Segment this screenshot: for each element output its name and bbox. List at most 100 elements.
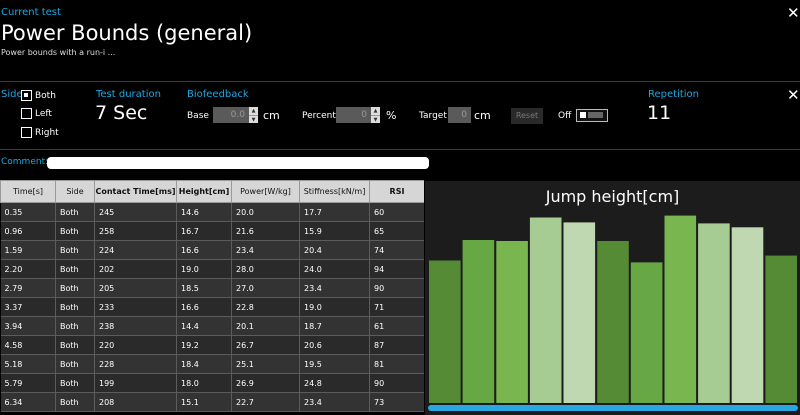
column-header-rsi[interactable]: RSI bbox=[369, 180, 424, 203]
cell-time: 3.37 bbox=[0, 297, 56, 317]
decrement-icon[interactable]: ▼ bbox=[371, 116, 380, 124]
test-duration-label: Test duration bbox=[96, 89, 161, 100]
cell-side: Both bbox=[55, 221, 95, 241]
column-header-side[interactable]: Side bbox=[55, 180, 95, 203]
cell-side: Both bbox=[55, 392, 95, 412]
cell-time: 5.79 bbox=[0, 373, 56, 393]
table-row[interactable]: 5.18 Both 228 18.4 25.1 19.5 81 bbox=[0, 354, 424, 374]
table-row[interactable]: 1.59 Both 224 16.6 23.4 20.4 74 bbox=[0, 240, 424, 260]
table-row[interactable]: 0.96 Both 258 16.7 21.6 15.9 65 bbox=[0, 221, 424, 241]
cell-stiffness: 23.4 bbox=[299, 392, 370, 412]
checkbox-icon[interactable] bbox=[21, 127, 32, 138]
cell-rsi: 61 bbox=[369, 316, 424, 336]
cell-rsi: 81 bbox=[369, 354, 424, 374]
checkbox-icon[interactable] bbox=[21, 90, 32, 101]
side-option-right[interactable]: Right bbox=[21, 127, 59, 138]
cell-rsi: 87 bbox=[369, 335, 424, 355]
side-option-left[interactable]: Left bbox=[21, 108, 52, 119]
column-header-time[interactable]: Time[s] bbox=[0, 180, 56, 203]
cell-height: 18.5 bbox=[176, 278, 232, 298]
table-row[interactable]: 3.37 Both 233 16.6 22.8 19.0 71 bbox=[0, 297, 424, 317]
cell-time: 6.34 bbox=[0, 392, 56, 412]
base-stepper[interactable]: 0.0 ▲ ▼ bbox=[213, 107, 258, 123]
table-row[interactable]: 4.58 Both 220 19.2 26.7 20.6 87 bbox=[0, 335, 424, 355]
reset-button[interactable]: Reset bbox=[511, 108, 543, 124]
chart-bar bbox=[529, 217, 562, 403]
cell-height: 19.2 bbox=[176, 335, 232, 355]
cell-time: 3.94 bbox=[0, 316, 56, 336]
cell-power: 20.1 bbox=[231, 316, 300, 336]
cell-side: Both bbox=[55, 354, 95, 374]
cell-side: Both bbox=[55, 316, 95, 336]
chart-bar bbox=[496, 241, 528, 403]
toggle-track bbox=[588, 112, 603, 118]
repetition-label: Repetition bbox=[648, 89, 700, 100]
target-field[interactable]: 0 bbox=[448, 107, 471, 123]
cell-time: 2.20 bbox=[0, 259, 56, 279]
percent-unit: % bbox=[386, 109, 397, 122]
checkbox-icon[interactable] bbox=[21, 108, 32, 119]
chart-bar bbox=[462, 240, 495, 403]
cell-height: 16.6 bbox=[176, 297, 232, 317]
table-row[interactable]: 3.94 Both 238 14.4 20.1 18.7 61 bbox=[0, 316, 424, 336]
cell-contact-time: 205 bbox=[94, 278, 177, 298]
target-value[interactable]: 0 bbox=[448, 107, 471, 123]
repetition-value: 11 bbox=[647, 102, 672, 124]
base-value[interactable]: 0.0 bbox=[213, 107, 249, 123]
column-header-contact-time[interactable]: Contact Time[ms] bbox=[94, 180, 177, 203]
toggle-knob bbox=[580, 112, 586, 118]
cell-stiffness: 18.7 bbox=[299, 316, 370, 336]
cell-power: 23.4 bbox=[231, 240, 300, 260]
cell-side: Both bbox=[55, 278, 95, 298]
cell-rsi: 71 bbox=[369, 297, 424, 317]
column-header-height[interactable]: Height[cm] bbox=[176, 180, 232, 203]
cell-stiffness: 19.5 bbox=[299, 354, 370, 374]
increment-icon[interactable]: ▲ bbox=[249, 107, 258, 116]
column-header-stiffness[interactable]: Stiffness[kN/m] bbox=[299, 180, 370, 203]
decrement-icon[interactable]: ▼ bbox=[249, 116, 258, 124]
cell-stiffness: 17.7 bbox=[299, 202, 370, 222]
cell-power: 22.7 bbox=[231, 392, 300, 412]
close-test-icon[interactable]: ✕ bbox=[787, 6, 800, 21]
cell-height: 14.6 bbox=[176, 202, 232, 222]
percent-value[interactable]: 0 bbox=[336, 107, 371, 123]
cell-side: Both bbox=[55, 240, 95, 260]
increment-icon[interactable]: ▲ bbox=[371, 107, 380, 116]
percent-label: Percent bbox=[302, 111, 336, 121]
biofeedback-label: Biofeedback bbox=[187, 89, 249, 100]
side-option-label: Right bbox=[35, 127, 59, 138]
chart-bar bbox=[429, 260, 461, 403]
cell-contact-time: 228 bbox=[94, 354, 177, 374]
target-label: Target bbox=[419, 111, 447, 121]
biofeedback-toggle[interactable] bbox=[576, 109, 608, 122]
side-option-both[interactable]: Both bbox=[21, 90, 56, 101]
cell-power: 26.7 bbox=[231, 335, 300, 355]
test-duration-value: 7 Sec bbox=[95, 102, 148, 124]
table-row[interactable]: 6.34 Both 208 15.1 22.7 23.4 73 bbox=[0, 392, 424, 412]
chart-bar bbox=[698, 223, 730, 403]
side-label: Side bbox=[1, 89, 23, 100]
cell-contact-time: 224 bbox=[94, 240, 177, 260]
table-row[interactable]: 0.35 Both 245 14.6 20.0 17.7 60 bbox=[0, 202, 424, 222]
comment-input[interactable] bbox=[47, 157, 429, 169]
cell-stiffness: 15.9 bbox=[299, 221, 370, 241]
cell-rsi: 73 bbox=[369, 392, 424, 412]
close-settings-icon[interactable]: ✕ bbox=[787, 88, 800, 103]
table-row[interactable]: 5.79 Both 199 18.0 26.9 24.8 90 bbox=[0, 373, 424, 393]
chart-bar bbox=[765, 255, 797, 403]
jump-height-chart: Jump height[cm] bbox=[425, 181, 800, 415]
chart-canvas bbox=[428, 215, 798, 411]
cell-rsi: 90 bbox=[369, 373, 424, 393]
toggle-label: Off bbox=[558, 111, 572, 121]
percent-stepper[interactable]: 0 ▲ ▼ bbox=[336, 107, 380, 123]
table-row[interactable]: 2.20 Both 202 19.0 28.0 24.0 94 bbox=[0, 259, 424, 279]
cell-height: 15.1 bbox=[176, 392, 232, 412]
cell-contact-time: 199 bbox=[94, 373, 177, 393]
cell-contact-time: 245 bbox=[94, 202, 177, 222]
cell-time: 0.35 bbox=[0, 202, 56, 222]
cell-power: 27.0 bbox=[231, 278, 300, 298]
cell-contact-time: 258 bbox=[94, 221, 177, 241]
table-row[interactable]: 2.79 Both 205 18.5 27.0 23.4 90 bbox=[0, 278, 424, 298]
column-header-power[interactable]: Power[W/kg] bbox=[231, 180, 300, 203]
cell-rsi: 94 bbox=[369, 259, 424, 279]
